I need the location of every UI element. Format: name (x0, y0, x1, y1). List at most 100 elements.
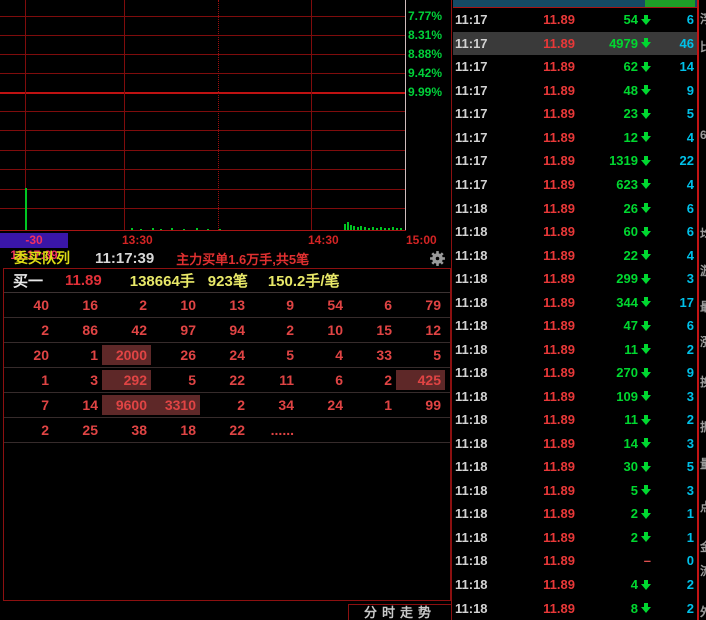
clipped-text-fragment: 点 (700, 498, 706, 515)
tick-count: 6 (651, 224, 697, 239)
arrow-head (641, 231, 651, 237)
tick-volume: 47 (575, 318, 651, 333)
arrow-head (641, 113, 651, 119)
grid-line-horizontal (0, 54, 405, 55)
tick-count: 0 (651, 553, 697, 568)
buy-queue-header: 委买队列 11:17:39 主力买单1.6万手,共5笔 (0, 248, 453, 268)
tick-row[interactable]: 11:1711.89235 (453, 102, 697, 126)
tick-row[interactable]: 11:1811.89112 (453, 337, 697, 361)
tick-row[interactable]: 11:1711.89489 (453, 79, 697, 103)
queue-cell: 86 (53, 320, 102, 340)
tick-row[interactable]: 11:1811.8982 (453, 596, 697, 620)
down-arrow-icon (640, 580, 651, 590)
tick-row[interactable]: 11:1811.8934417 (453, 290, 697, 314)
tick-row[interactable]: 11:1811.891093 (453, 385, 697, 409)
tick-volume-value: 60 (624, 224, 638, 239)
queue-row: 401621013954679 (4, 293, 450, 318)
down-arrow-icon (640, 274, 651, 284)
queue-row: 225381822...... (4, 418, 450, 443)
tick-time: 11:18 (453, 601, 509, 616)
tick-count: 22 (651, 153, 697, 168)
down-arrow-icon (640, 438, 651, 448)
tick-count: 46 (651, 36, 697, 51)
arrow-head (641, 183, 651, 189)
tick-row[interactable]: 11:1811.89606 (453, 220, 697, 244)
tick-count: 14 (651, 59, 697, 74)
tick-row[interactable]: 11:1811.89266 (453, 196, 697, 220)
tick-volume: 30 (575, 459, 651, 474)
queue-cell: 13 (200, 295, 249, 315)
time-axis-label: 15:00 (406, 233, 437, 247)
queue-cell: 15 (347, 320, 396, 340)
tick-volume-value: 2 (631, 506, 638, 521)
tick-row[interactable]: 11:1711.896234 (453, 173, 697, 197)
queue-cell: 2 (102, 295, 151, 315)
queue-cell: 22 (200, 370, 249, 390)
pct-axis-label: 8.88% (408, 47, 453, 61)
tick-volume: 109 (575, 389, 651, 404)
queue-cell: 1 (4, 370, 53, 390)
tick-volume: 60 (575, 224, 651, 239)
queue-row: 7149600331023424199 (4, 393, 450, 418)
pct-axis-label: 7.77% (408, 9, 453, 23)
queue-cell: 1 (53, 345, 102, 365)
tick-row[interactable]: 11:1711.89546 (453, 8, 697, 32)
queue-cell: 16 (53, 295, 102, 315)
queue-cell: 1 (347, 395, 396, 415)
level-avg-per-order: 150.2手/笔 (268, 270, 340, 291)
tick-row[interactable]: 11:1711.89124 (453, 126, 697, 150)
pct-axis-label: 9.99% (408, 85, 453, 99)
tick-row[interactable]: 11:1811.892709 (453, 361, 697, 385)
tab-intraday-trend[interactable]: 分时走势 (348, 604, 452, 620)
tick-row[interactable]: 11:1811.8921 (453, 502, 697, 526)
grid-line-horizontal (0, 16, 405, 17)
tick-row[interactable]: 11:1811.89143 (453, 432, 697, 456)
tick-row[interactable]: 11:1811.8953 (453, 479, 697, 503)
crosshair-time-label: -30 11:17:39 (0, 233, 68, 248)
tick-row[interactable]: 11:1811.89–0 (453, 549, 697, 573)
tick-row[interactable]: 11:1811.8942 (453, 573, 697, 597)
queue-cell: 42 (102, 320, 151, 340)
queue-cell: 2 (4, 420, 53, 440)
buy-level-summary-row: 买一 11.89 138664手 923笔 150.2手/笔 (4, 269, 450, 293)
tick-row[interactable]: 11:1811.892993 (453, 267, 697, 291)
down-arrow-icon (640, 85, 651, 95)
tick-volume-value: 4979 (609, 36, 638, 51)
level-total-count: 923笔 (208, 270, 248, 291)
queue-cell: 20 (4, 345, 53, 365)
queue-cell: 4 (298, 345, 347, 365)
scrollbar-track[interactable] (453, 0, 697, 7)
tick-row[interactable]: 11:1711.896214 (453, 55, 697, 79)
volume-bar (392, 227, 394, 230)
tick-price: 11.89 (509, 83, 575, 98)
tick-row[interactable]: 11:1811.89224 (453, 243, 697, 267)
clipped-text-fragment: 最 (700, 298, 706, 315)
grid-line-vertical-dotted (218, 0, 219, 230)
tick-volume: 14 (575, 436, 651, 451)
scrollbar-thumb[interactable] (645, 0, 695, 7)
queue-cell: 9 (249, 295, 298, 315)
clipped-text-fragment: 游 (700, 262, 706, 279)
tick-price: 11.89 (509, 436, 575, 451)
tick-price: 11.89 (509, 201, 575, 216)
tick-row[interactable]: 11:1811.89476 (453, 314, 697, 338)
tick-count: 6 (651, 12, 697, 27)
gear-icon[interactable] (429, 250, 446, 267)
tick-row[interactable]: 11:1711.89497946 (453, 32, 697, 56)
tick-row[interactable]: 11:1811.89112 (453, 408, 697, 432)
main-force-summary: 主力买单1.6万手,共5笔 (176, 249, 309, 268)
queue-cell: 292 (102, 370, 151, 390)
down-arrow-icon (640, 509, 651, 519)
tick-volume-value: 4 (631, 577, 638, 592)
clipped-text-fragment: 金 (700, 538, 706, 555)
tick-row[interactable]: 11:1811.8921 (453, 526, 697, 550)
tick-row[interactable]: 11:1811.89305 (453, 455, 697, 479)
queue-cell: 40 (4, 295, 53, 315)
tick-volume: 4 (575, 577, 651, 592)
tick-volume-value: 14 (624, 436, 638, 451)
tick-count: 6 (651, 201, 697, 216)
tick-row[interactable]: 11:1711.89131922 (453, 149, 697, 173)
tick-price: 11.89 (509, 365, 575, 380)
tick-count: 1 (651, 530, 697, 545)
queue-cell: 26 (151, 345, 200, 365)
